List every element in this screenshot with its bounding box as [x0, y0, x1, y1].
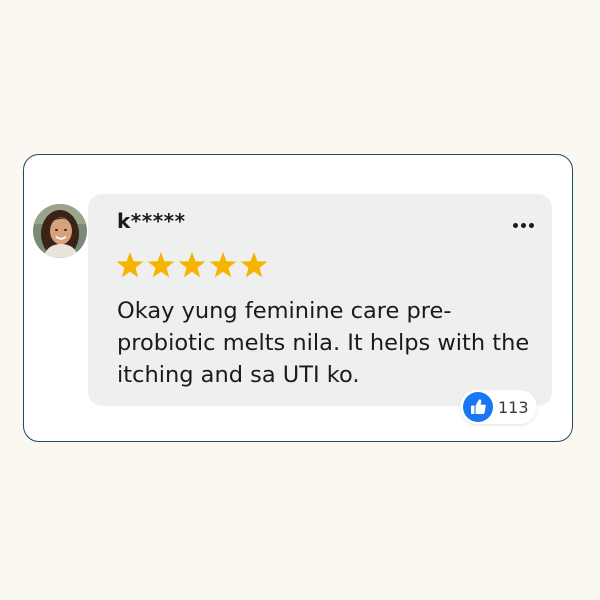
more-options-icon[interactable] — [508, 217, 538, 233]
like-badge[interactable]: 113 — [460, 390, 537, 424]
thumbs-up-icon — [463, 392, 493, 422]
star-icon — [178, 252, 206, 278]
dot — [528, 222, 534, 228]
star-icon — [147, 252, 175, 278]
star-rating — [116, 250, 268, 282]
review-text: Okay yung feminine care pre-probiotic me… — [117, 298, 530, 388]
avatar[interactable] — [33, 204, 87, 258]
like-count: 113 — [498, 397, 529, 417]
star-icon — [116, 252, 144, 278]
star-icon — [209, 252, 237, 278]
stars-svg — [116, 252, 268, 278]
star-icon — [240, 252, 268, 278]
avatar-image — [33, 204, 87, 258]
dot — [520, 222, 526, 228]
dot — [512, 222, 518, 228]
reviewer-username: k***** — [117, 209, 186, 233]
